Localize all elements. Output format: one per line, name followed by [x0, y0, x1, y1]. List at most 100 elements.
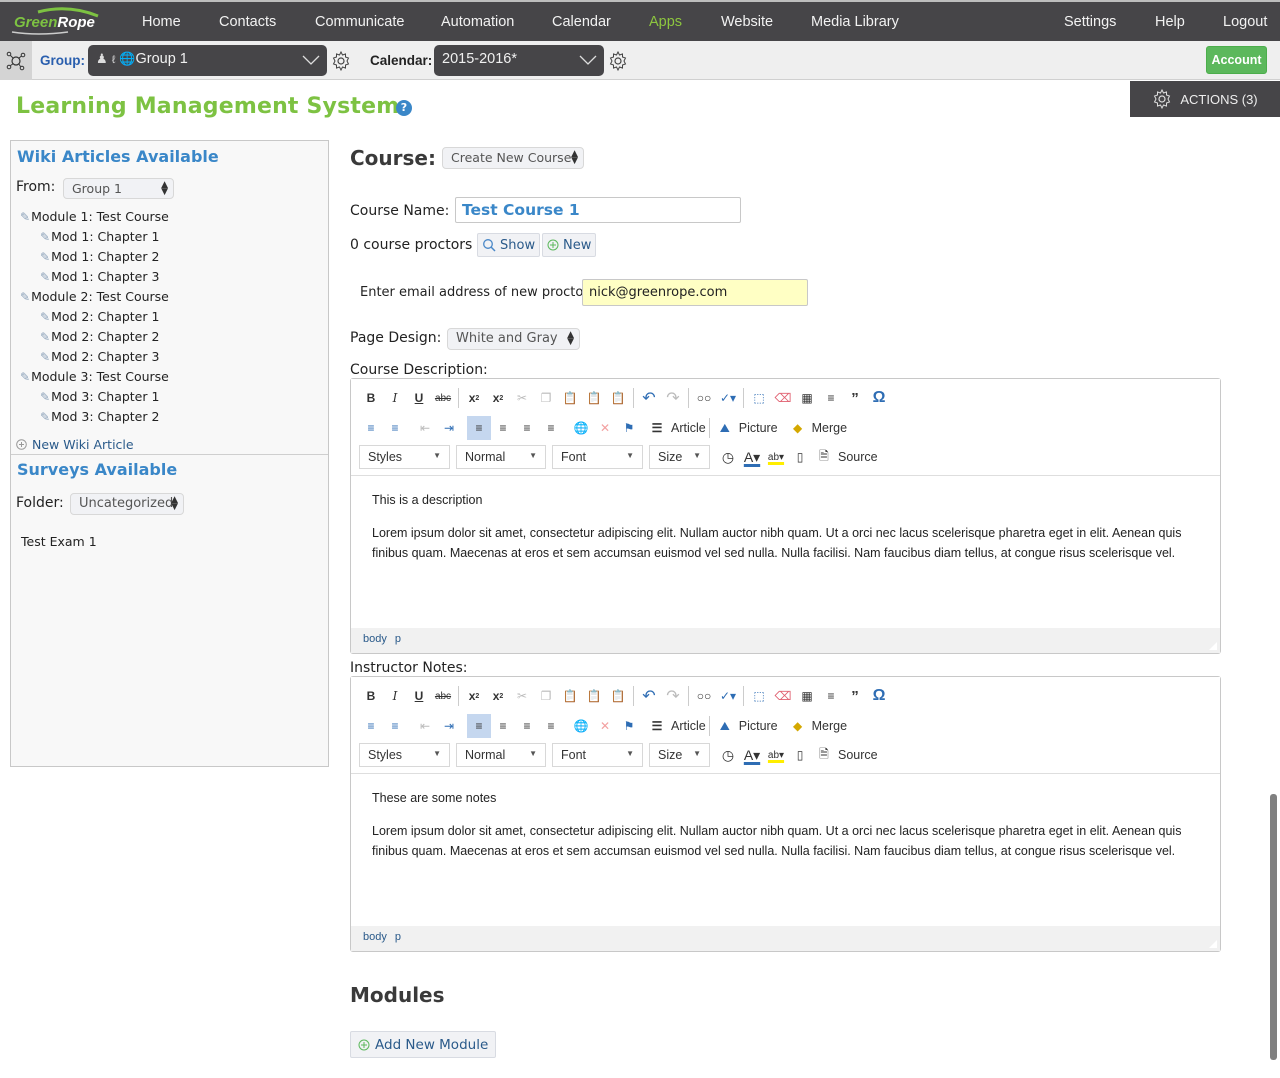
wiki-module-item[interactable]: ✎ Module 3: Test Course [20, 369, 169, 384]
nav-media-library[interactable]: Media Library [811, 14, 899, 30]
outdent-icon[interactable]: ⇤ [413, 416, 437, 440]
font-dropdown[interactable]: Font ▼ [552, 743, 643, 767]
styles-dropdown[interactable]: Styles ▼ [359, 743, 450, 767]
nav-website[interactable]: Website [721, 14, 773, 30]
anchor-flag-icon[interactable]: ⚑ [617, 714, 641, 738]
new-wiki-article-link[interactable]: New Wiki Article [16, 437, 134, 452]
wiki-chapter-item[interactable]: ✎ Mod 3: Chapter 1 [40, 389, 159, 404]
paste-icon[interactable]: 📋 [558, 386, 582, 410]
course-select[interactable]: Create New Course ▲ ▼ [442, 147, 584, 169]
nav-logout[interactable]: Logout [1223, 14, 1267, 30]
editor-content[interactable]: This is a description Lorem ipsum dolor s… [351, 476, 1220, 563]
strikethrough-icon[interactable]: abc [431, 684, 455, 708]
element-path-item[interactable]: p [395, 931, 401, 943]
show-blocks-icon[interactable]: ▯ [788, 743, 812, 767]
justify-icon[interactable]: ≡ [539, 416, 563, 440]
merge-label[interactable]: Merge [812, 719, 847, 733]
copy-icon[interactable]: ❐ [534, 684, 558, 708]
article-label[interactable]: Article [671, 719, 706, 733]
styles-dropdown[interactable]: Styles ▼ [359, 445, 450, 469]
element-path-item[interactable]: p [395, 633, 401, 645]
group-gear-icon[interactable] [331, 51, 351, 71]
redo-icon[interactable]: ↷ [661, 386, 685, 410]
picture-icon[interactable]: ⛰ [713, 416, 737, 440]
resize-handle[interactable] [1209, 642, 1217, 650]
justify-icon[interactable]: ≡ [539, 714, 563, 738]
indent-icon[interactable]: ⇥ [437, 714, 461, 738]
actions-button[interactable]: ACTIONS (3) [1130, 81, 1280, 117]
timer-icon[interactable]: ◷ [716, 743, 740, 767]
calendar-gear-icon[interactable] [608, 51, 628, 71]
size-dropdown[interactable]: Size ▼ [649, 445, 710, 469]
nav-home[interactable]: Home [142, 14, 181, 30]
article-icon[interactable]: ☰ [645, 416, 669, 440]
new-proctor-button[interactable]: New [542, 233, 597, 257]
numbered-list-icon[interactable]: ≡ [359, 714, 383, 738]
merge-icon[interactable]: ◆ [786, 416, 810, 440]
select-all-icon[interactable]: ⬚ [747, 386, 771, 410]
from-select[interactable]: Group 1 ▲ ▼ [63, 178, 174, 199]
wiki-module-item[interactable]: ✎ Module 2: Test Course [20, 289, 169, 304]
resize-handle[interactable] [1209, 940, 1217, 948]
paste-icon[interactable]: 📋 [558, 684, 582, 708]
link-icon[interactable]: 🌐 [569, 714, 593, 738]
special-char-icon[interactable]: Ω [867, 386, 891, 410]
text-color-icon[interactable]: A▾ [740, 445, 764, 469]
page-design-select[interactable]: White and Gray ▲ ▼ [447, 328, 580, 350]
align-center-icon[interactable]: ≡ [491, 416, 515, 440]
copy-icon[interactable]: ❐ [534, 386, 558, 410]
nav-apps[interactable]: Apps [649, 14, 682, 30]
paste-word-icon[interactable]: 📋 [606, 386, 630, 410]
network-button[interactable] [0, 41, 32, 80]
nav-calendar[interactable]: Calendar [552, 14, 611, 30]
wiki-chapter-item[interactable]: ✎ Mod 2: Chapter 2 [40, 329, 159, 344]
superscript-icon[interactable]: x2 [486, 684, 510, 708]
account-button[interactable]: Account [1206, 46, 1267, 74]
page-scrollbar[interactable] [1270, 794, 1277, 1060]
calendar-select[interactable]: 2015-2016* [434, 45, 604, 76]
align-center-icon[interactable]: ≡ [491, 714, 515, 738]
wiki-chapter-item[interactable]: ✎ Mod 3: Chapter 2 [40, 409, 159, 424]
format-dropdown[interactable]: Normal ▼ [456, 445, 546, 469]
source-label[interactable]: Source [838, 450, 878, 464]
paste-text-icon[interactable]: 📋 [582, 684, 606, 708]
show-blocks-icon[interactable]: ▯ [788, 445, 812, 469]
cut-icon[interactable]: ✂ [510, 684, 534, 708]
numbered-list-icon[interactable]: ≡ [359, 416, 383, 440]
font-dropdown[interactable]: Font ▼ [552, 445, 643, 469]
bold-icon[interactable]: B [359, 684, 383, 708]
link-icon[interactable]: 🌐 [569, 416, 593, 440]
italic-icon[interactable]: I [383, 684, 407, 708]
nav-communicate[interactable]: Communicate [315, 14, 404, 30]
picture-label[interactable]: Picture [739, 719, 778, 733]
show-proctors-button[interactable]: Show [477, 233, 541, 257]
bold-icon[interactable]: B [359, 386, 383, 410]
italic-icon[interactable]: I [383, 386, 407, 410]
table-icon[interactable]: ▦ [795, 386, 819, 410]
paste-word-icon[interactable]: 📋 [606, 684, 630, 708]
align-left-icon[interactable]: ≡ [467, 714, 491, 738]
text-color-icon[interactable]: A▾ [740, 743, 764, 767]
horizontal-rule-icon[interactable]: ≡ [819, 684, 843, 708]
subscript-icon[interactable]: x2 [462, 684, 486, 708]
undo-icon[interactable]: ↶ [637, 684, 661, 708]
source-icon[interactable]: 🗎 [812, 445, 836, 469]
blockquote-icon[interactable]: ” [843, 684, 867, 708]
remove-format-icon[interactable]: ⌫ [771, 684, 795, 708]
spellcheck-icon[interactable]: ✓▾ [716, 684, 740, 708]
align-right-icon[interactable]: ≡ [515, 416, 539, 440]
format-dropdown[interactable]: Normal ▼ [456, 743, 546, 767]
outdent-icon[interactable]: ⇤ [413, 714, 437, 738]
element-path-item[interactable]: body [363, 633, 387, 645]
align-left-icon[interactable]: ≡ [467, 416, 491, 440]
unlink-icon[interactable]: ✕ [593, 714, 617, 738]
special-char-icon[interactable]: Ω [867, 684, 891, 708]
course-name-input[interactable]: Test Course 1 [455, 197, 741, 223]
wiki-chapter-item[interactable]: ✎ Mod 1: Chapter 2 [40, 249, 159, 264]
bullet-list-icon[interactable]: ≡ [383, 714, 407, 738]
remove-format-icon[interactable]: ⌫ [771, 386, 795, 410]
nav-help[interactable]: Help [1155, 14, 1185, 30]
nav-settings[interactable]: Settings [1064, 14, 1116, 30]
help-icon[interactable]: ? [396, 100, 412, 116]
underline-icon[interactable]: U [407, 386, 431, 410]
